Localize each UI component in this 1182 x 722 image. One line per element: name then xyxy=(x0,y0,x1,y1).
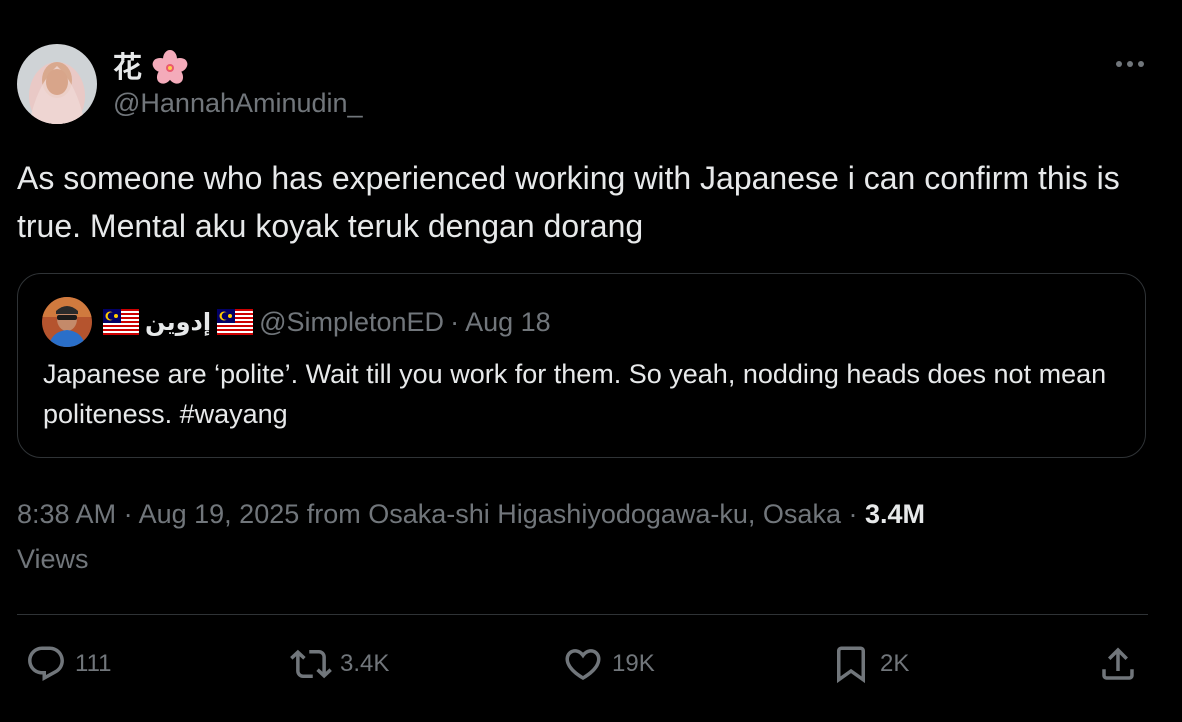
like-button[interactable]: 19K xyxy=(562,640,655,688)
views-label: Views xyxy=(17,544,89,574)
repost-button[interactable]: 3.4K xyxy=(290,640,389,688)
quote-header: إدوين @SimpletonED · Aug 18 xyxy=(103,304,551,340)
quote-date[interactable]: Aug 18 xyxy=(465,307,551,338)
meta-separator: · xyxy=(848,499,858,529)
quote-author-avatar[interactable] xyxy=(42,297,92,347)
share-button[interactable] xyxy=(1097,640,1139,688)
quote-handle[interactable]: @SimpletonED xyxy=(259,307,444,338)
quote-display-name[interactable]: إدوين xyxy=(145,308,211,337)
repost-count: 3.4K xyxy=(340,650,390,677)
bookmark-icon xyxy=(837,646,865,684)
tweet-date-location[interactable]: Aug 19, 2025 from Osaka-shi Higashiyodog… xyxy=(139,499,841,529)
reply-icon xyxy=(28,646,64,681)
quote-separator: · xyxy=(450,306,460,337)
reply-count: 111 xyxy=(75,650,112,677)
quote-text: Japanese are ‘polite’. Wait till you wor… xyxy=(43,359,1107,429)
share-icon xyxy=(1102,647,1134,680)
heart-icon xyxy=(565,649,601,681)
repost-icon xyxy=(290,649,332,679)
tweet-meta: 8:38 AM · Aug 19, 2025 from Osaka-shi Hi… xyxy=(17,492,1147,582)
cherry-blossom-icon xyxy=(152,50,188,86)
tweet-time[interactable]: 8:38 AM xyxy=(17,499,116,529)
tweet-text: As someone who has experienced working w… xyxy=(17,160,1120,244)
more-horizontal-icon[interactable] xyxy=(1110,52,1150,76)
bookmark-button[interactable]: 2K xyxy=(830,640,909,688)
author-name-text: 花 xyxy=(113,52,143,84)
author-handle[interactable]: @HannahAminudin_ xyxy=(113,86,363,120)
views-count: 3.4M xyxy=(865,499,926,529)
quoted-tweet-card[interactable]: إدوين @SimpletonED · Aug 18 Japanese are… xyxy=(17,273,1146,458)
bookmark-count: 2K xyxy=(880,650,910,677)
divider xyxy=(17,614,1148,615)
malaysia-flag-icon xyxy=(103,309,139,335)
like-count: 19K xyxy=(612,650,655,677)
meta-separator: · xyxy=(123,499,133,529)
author-avatar[interactable] xyxy=(17,44,97,124)
malaysia-flag-icon xyxy=(217,309,254,335)
reply-button[interactable]: 111 xyxy=(25,640,111,688)
author-display-name[interactable]: 花 xyxy=(113,50,188,86)
